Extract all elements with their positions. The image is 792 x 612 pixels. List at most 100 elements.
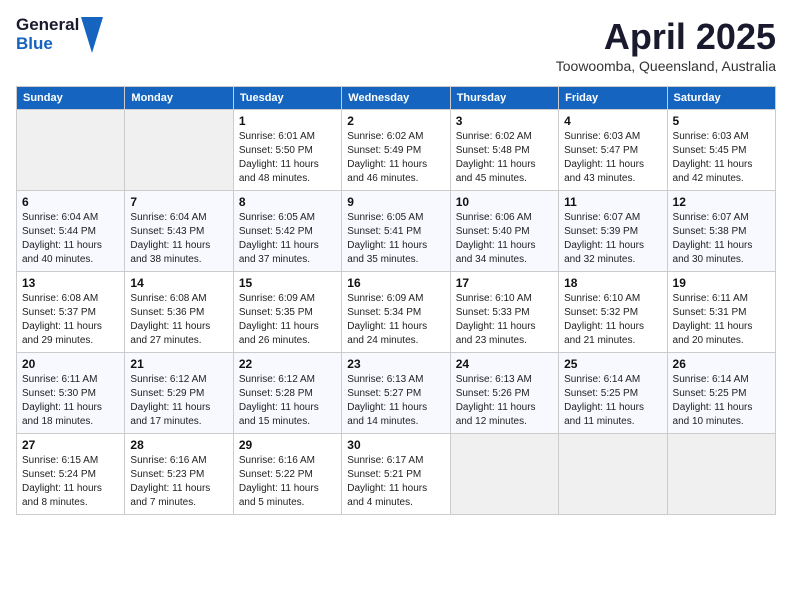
day-number: 1 bbox=[239, 114, 336, 128]
day-info: Sunrise: 6:14 AMSunset: 5:25 PMDaylight:… bbox=[673, 373, 770, 429]
day-info: Sunrise: 6:13 AMSunset: 5:27 PMDaylight:… bbox=[347, 373, 444, 429]
calendar-cell bbox=[125, 110, 233, 191]
day-number: 6 bbox=[22, 195, 119, 209]
day-number: 5 bbox=[673, 114, 770, 128]
calendar-col-header: Sunday bbox=[17, 87, 125, 110]
calendar-cell: 3Sunrise: 6:02 AMSunset: 5:48 PMDaylight… bbox=[450, 110, 558, 191]
day-info: Sunrise: 6:07 AMSunset: 5:38 PMDaylight:… bbox=[673, 211, 770, 267]
calendar-cell: 12 Sunrise: 6:07 AMSunset: 5:38 PMDayligh… bbox=[667, 191, 775, 272]
calendar-cell: 30Sunrise: 6:17 AMSunset: 5:21 PMDayligh… bbox=[342, 434, 450, 515]
logo: General Blue bbox=[16, 16, 103, 53]
calendar-col-header: Saturday bbox=[667, 87, 775, 110]
logo-triangle-icon bbox=[81, 17, 103, 53]
location-title: Toowoomba, Queensland, Australia bbox=[556, 58, 776, 74]
day-info: Sunrise: 6:05 AMSunset: 5:41 PMDaylight:… bbox=[347, 211, 444, 267]
calendar-cell: 10 Sunrise: 6:06 AMSunset: 5:40 PMDayligh… bbox=[450, 191, 558, 272]
calendar-week-row: 1 Sunrise: 6:01 AMSunset: 5:50 PMDaylight… bbox=[17, 110, 776, 191]
day-number: 10 bbox=[456, 195, 553, 209]
day-info: Sunrise: 6:02 AMSunset: 5:48 PMDaylight:… bbox=[456, 130, 553, 186]
day-info: Sunrise: 6:14 AMSunset: 5:25 PMDaylight:… bbox=[564, 373, 661, 429]
day-number: 22 bbox=[239, 357, 336, 371]
day-info: Sunrise: 6:05 AMSunset: 5:42 PMDaylight:… bbox=[239, 211, 336, 267]
day-info: Sunrise: 6:16 AMSunset: 5:22 PMDaylight:… bbox=[239, 454, 336, 510]
day-number: 14 bbox=[130, 276, 227, 290]
calendar-cell: 17Sunrise: 6:10 AMSunset: 5:33 PMDayligh… bbox=[450, 272, 558, 353]
calendar-week-row: 6 Sunrise: 6:04 AMSunset: 5:44 PMDaylight… bbox=[17, 191, 776, 272]
day-info: Sunrise: 6:11 AMSunset: 5:30 PMDaylight:… bbox=[22, 373, 119, 429]
calendar-cell: 18Sunrise: 6:10 AMSunset: 5:32 PMDayligh… bbox=[559, 272, 667, 353]
day-info: Sunrise: 6:15 AMSunset: 5:24 PMDaylight:… bbox=[22, 454, 119, 510]
day-number: 27 bbox=[22, 438, 119, 452]
day-info: Sunrise: 6:09 AMSunset: 5:34 PMDaylight:… bbox=[347, 292, 444, 348]
day-number: 26 bbox=[673, 357, 770, 371]
calendar-cell: 1 Sunrise: 6:01 AMSunset: 5:50 PMDaylight… bbox=[233, 110, 341, 191]
calendar-week-row: 20 Sunrise: 6:11 AMSunset: 5:30 PMDayligh… bbox=[17, 353, 776, 434]
header: General Blue April 2025 Toowoomba, Queen… bbox=[16, 16, 776, 74]
day-number: 16 bbox=[347, 276, 444, 290]
calendar-col-header: Monday bbox=[125, 87, 233, 110]
day-info: Sunrise: 6:12 AMSunset: 5:29 PMDaylight:… bbox=[130, 373, 227, 429]
calendar-header-row: SundayMondayTuesdayWednesdayThursdayFrid… bbox=[17, 87, 776, 110]
calendar-cell: 8 Sunrise: 6:05 AMSunset: 5:42 PMDaylight… bbox=[233, 191, 341, 272]
calendar-cell: 2Sunrise: 6:02 AMSunset: 5:49 PMDaylight… bbox=[342, 110, 450, 191]
calendar-cell: 21Sunrise: 6:12 AMSunset: 5:29 PMDayligh… bbox=[125, 353, 233, 434]
day-info: Sunrise: 6:06 AMSunset: 5:40 PMDaylight:… bbox=[456, 211, 553, 267]
calendar-col-header: Tuesday bbox=[233, 87, 341, 110]
calendar-cell: 15Sunrise: 6:09 AMSunset: 5:35 PMDayligh… bbox=[233, 272, 341, 353]
calendar-cell: 7 Sunrise: 6:04 AMSunset: 5:43 PMDaylight… bbox=[125, 191, 233, 272]
calendar-cell: 11 Sunrise: 6:07 AMSunset: 5:39 PMDayligh… bbox=[559, 191, 667, 272]
calendar-cell: 28 Sunrise: 6:16 AMSunset: 5:23 PMDayligh… bbox=[125, 434, 233, 515]
day-number: 29 bbox=[239, 438, 336, 452]
calendar-cell: 14 Sunrise: 6:08 AMSunset: 5:36 PMDayligh… bbox=[125, 272, 233, 353]
calendar-cell: 22 Sunrise: 6:12 AMSunset: 5:28 PMDayligh… bbox=[233, 353, 341, 434]
calendar-cell: 16 Sunrise: 6:09 AMSunset: 5:34 PMDayligh… bbox=[342, 272, 450, 353]
calendar-cell: 5 Sunrise: 6:03 AMSunset: 5:45 PMDaylight… bbox=[667, 110, 775, 191]
calendar-cell: 27 Sunrise: 6:15 AMSunset: 5:24 PMDayligh… bbox=[17, 434, 125, 515]
calendar: SundayMondayTuesdayWednesdayThursdayFrid… bbox=[16, 86, 776, 515]
day-number: 11 bbox=[564, 195, 661, 209]
day-info: Sunrise: 6:01 AMSunset: 5:50 PMDaylight:… bbox=[239, 130, 336, 186]
day-info: Sunrise: 6:10 AMSunset: 5:33 PMDaylight:… bbox=[456, 292, 553, 348]
calendar-col-header: Thursday bbox=[450, 87, 558, 110]
day-number: 24 bbox=[456, 357, 553, 371]
title-area: April 2025 Toowoomba, Queensland, Austra… bbox=[556, 16, 776, 74]
calendar-cell bbox=[450, 434, 558, 515]
calendar-cell: 4Sunrise: 6:03 AMSunset: 5:47 PMDaylight… bbox=[559, 110, 667, 191]
calendar-cell: 26 Sunrise: 6:14 AMSunset: 5:25 PMDayligh… bbox=[667, 353, 775, 434]
calendar-cell: 23 Sunrise: 6:13 AMSunset: 5:27 PMDayligh… bbox=[342, 353, 450, 434]
day-number: 18 bbox=[564, 276, 661, 290]
day-number: 9 bbox=[347, 195, 444, 209]
calendar-cell: 13Sunrise: 6:08 AMSunset: 5:37 PMDayligh… bbox=[17, 272, 125, 353]
day-number: 19 bbox=[673, 276, 770, 290]
day-number: 2 bbox=[347, 114, 444, 128]
calendar-cell: 29 Sunrise: 6:16 AMSunset: 5:22 PMDayligh… bbox=[233, 434, 341, 515]
calendar-cell bbox=[17, 110, 125, 191]
day-info: Sunrise: 6:08 AMSunset: 5:36 PMDaylight:… bbox=[130, 292, 227, 348]
calendar-cell: 6 Sunrise: 6:04 AMSunset: 5:44 PMDaylight… bbox=[17, 191, 125, 272]
month-title: April 2025 bbox=[556, 16, 776, 58]
day-info: Sunrise: 6:12 AMSunset: 5:28 PMDaylight:… bbox=[239, 373, 336, 429]
day-info: Sunrise: 6:04 AMSunset: 5:44 PMDaylight:… bbox=[22, 211, 119, 267]
calendar-cell: 24Sunrise: 6:13 AMSunset: 5:26 PMDayligh… bbox=[450, 353, 558, 434]
calendar-week-row: 27 Sunrise: 6:15 AMSunset: 5:24 PMDayligh… bbox=[17, 434, 776, 515]
day-number: 8 bbox=[239, 195, 336, 209]
calendar-cell: 20 Sunrise: 6:11 AMSunset: 5:30 PMDayligh… bbox=[17, 353, 125, 434]
calendar-cell bbox=[667, 434, 775, 515]
day-info: Sunrise: 6:16 AMSunset: 5:23 PMDaylight:… bbox=[130, 454, 227, 510]
day-number: 25 bbox=[564, 357, 661, 371]
day-info: Sunrise: 6:09 AMSunset: 5:35 PMDaylight:… bbox=[239, 292, 336, 348]
calendar-cell bbox=[559, 434, 667, 515]
day-number: 20 bbox=[22, 357, 119, 371]
calendar-cell: 9 Sunrise: 6:05 AMSunset: 5:41 PMDaylight… bbox=[342, 191, 450, 272]
day-info: Sunrise: 6:03 AMSunset: 5:45 PMDaylight:… bbox=[673, 130, 770, 186]
day-number: 12 bbox=[673, 195, 770, 209]
day-info: Sunrise: 6:03 AMSunset: 5:47 PMDaylight:… bbox=[564, 130, 661, 186]
day-info: Sunrise: 6:07 AMSunset: 5:39 PMDaylight:… bbox=[564, 211, 661, 267]
day-number: 28 bbox=[130, 438, 227, 452]
day-number: 23 bbox=[347, 357, 444, 371]
day-info: Sunrise: 6:04 AMSunset: 5:43 PMDaylight:… bbox=[130, 211, 227, 267]
calendar-col-header: Wednesday bbox=[342, 87, 450, 110]
day-number: 30 bbox=[347, 438, 444, 452]
day-number: 7 bbox=[130, 195, 227, 209]
calendar-cell: 25 Sunrise: 6:14 AMSunset: 5:25 PMDayligh… bbox=[559, 353, 667, 434]
